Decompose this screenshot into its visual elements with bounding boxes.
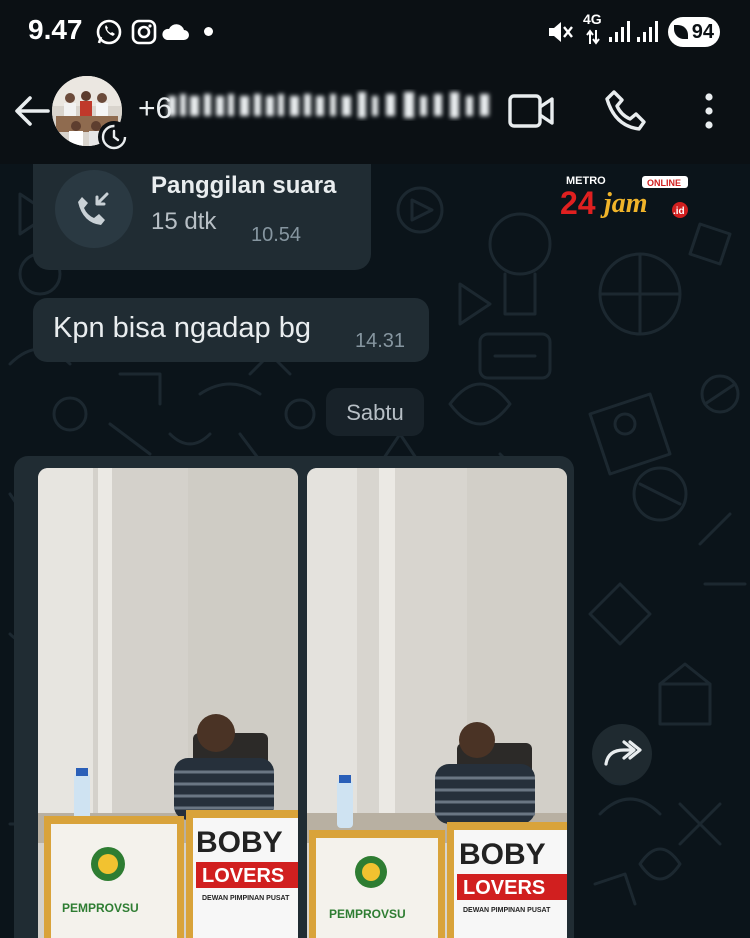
battery-level: 94 [691,21,714,43]
call-title: Panggilan suara [151,172,337,199]
forward-button[interactable] [592,724,652,784]
more-options-icon[interactable] [692,86,726,136]
data-arrows-icon [586,29,600,45]
instagram-icon [131,19,157,45]
logo-suffix: .id [673,206,685,217]
photo1-right-sign-bottom: LOVERS [202,865,284,887]
photo2-right-sign-caption: DEWAN PIMPINAN PUSAT [463,907,551,914]
chat-header: +6 [0,64,750,164]
photo-thumbnail-2[interactable]: PEMPROVSU BOBY LOVERS DEWAN PIMPINAN PUS… [307,468,567,938]
date-separator-label: Sabtu [346,400,404,425]
call-log-bubble[interactable]: Panggilan suara 15 dtk 10.54 [33,164,371,270]
battery-saver-icon [674,25,688,39]
message-text: Kpn bisa ngadap bg [53,312,311,344]
photo1-left-sign: PEMPROVSU [62,901,139,915]
photo2-left-sign: PEMPROVSU [329,907,406,921]
network-type: 4G [583,11,602,27]
call-timestamp: 10.54 [251,224,302,246]
call-duration: 15 dtk [151,208,217,235]
message-timestamp: 14.31 [355,330,406,352]
call-icon-circle [55,170,133,248]
logo-number: 24 [560,185,596,221]
back-arrow-icon[interactable] [8,86,58,136]
status-timer-icon [98,121,130,153]
logo-badge: ONLINE [647,178,681,188]
photo2-right-sign-top: BOBY [459,838,546,871]
status-time: 9.47 [28,14,83,45]
voice-call-icon[interactable] [600,86,654,136]
media-message-bubble[interactable]: PEMPROVSU BOBY LOVERS DEWAN PIMPINAN PUS… [14,456,574,938]
photo2-right-sign-bottom: LOVERS [463,877,545,899]
photo1-right-sign-top: BOBY [196,826,283,859]
photo-thumbnail-1[interactable]: PEMPROVSU BOBY LOVERS DEWAN PIMPINAN PUS… [38,468,298,938]
logo-word: jam [600,188,648,219]
photo-image-1: PEMPROVSU BOBY LOVERS DEWAN PIMPINAN PUS… [38,468,298,938]
dot-icon [204,27,213,36]
mute-icon [549,22,573,42]
cloud-icon [162,24,189,40]
redacted-phone-number [168,92,489,118]
signal-icon [637,21,658,42]
chat-area[interactable]: METRO ONLINE 24 jam .id Panggilan suara … [0,164,750,938]
incoming-call-icon [78,192,109,225]
signal-icon [609,21,630,42]
photo-image-2: PEMPROVSU BOBY LOVERS DEWAN PIMPINAN PUS… [307,468,567,938]
video-call-icon[interactable] [504,88,560,134]
battery-icon: 94 [668,17,720,47]
status-bar: 9.47 4G 94 [0,0,750,64]
whatsapp-icon [96,19,122,45]
message-bubble[interactable]: Kpn bisa ngadap bg 14.31 [33,298,429,362]
photo1-right-sign-caption: DEWAN PIMPINAN PUSAT [202,895,290,902]
forward-icon [604,740,642,766]
date-separator: Sabtu [326,388,424,436]
metro24jam-logo: METRO ONLINE 24 jam .id [560,175,688,221]
